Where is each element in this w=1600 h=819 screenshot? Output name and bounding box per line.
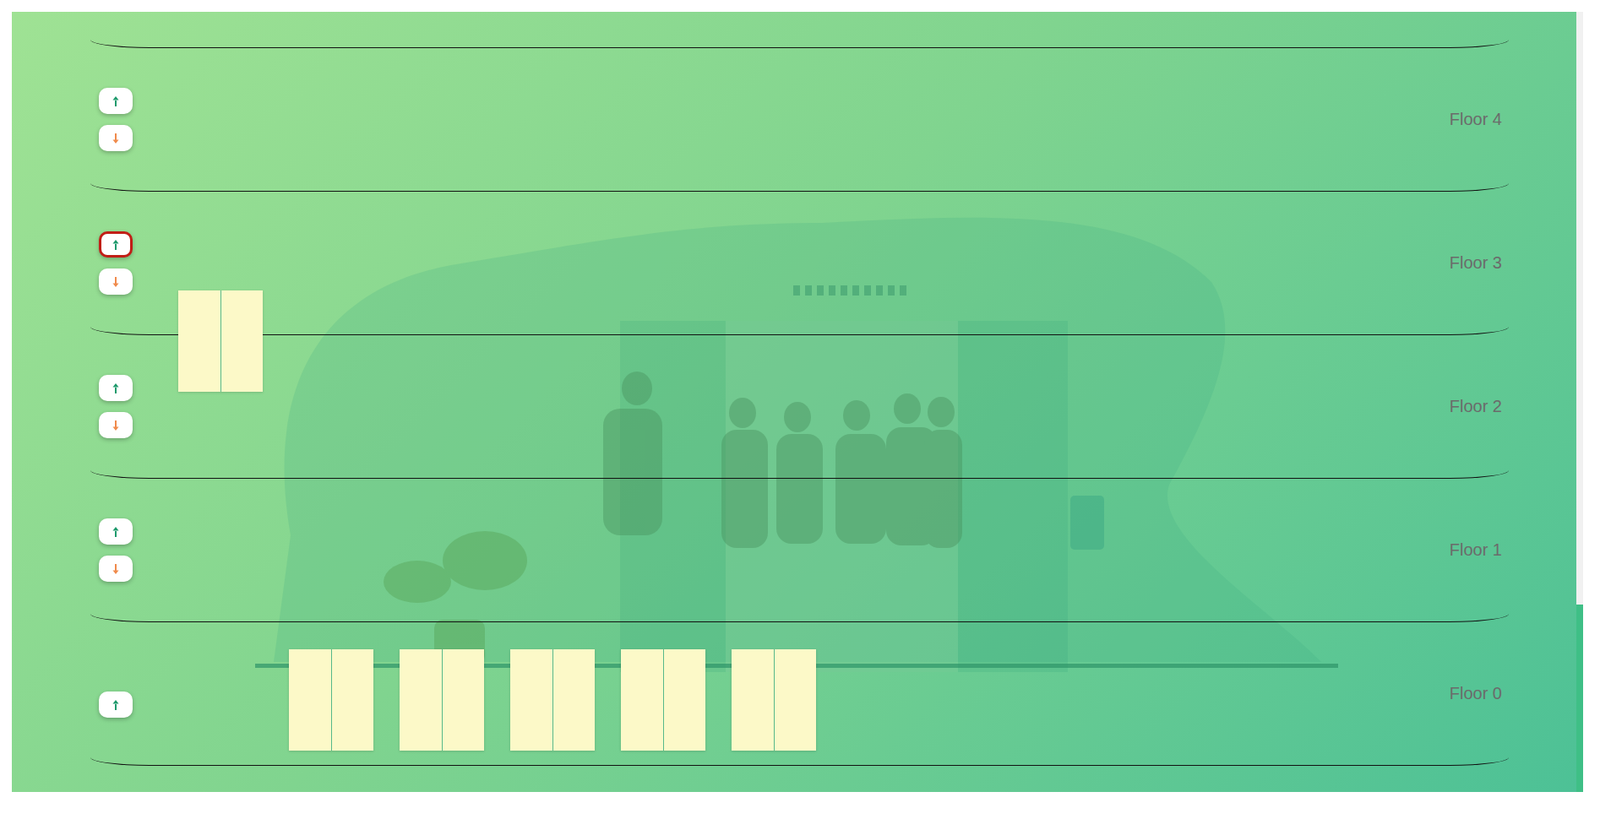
call-down-button[interactable] — [98, 555, 133, 583]
call-up-button[interactable] — [98, 87, 133, 115]
floor-row: Floor 2 — [90, 335, 1509, 479]
arrow — [111, 526, 120, 539]
call-up-button[interactable] — [98, 231, 133, 258]
floor-label: Floor 4 — [1449, 106, 1503, 133]
lift-door — [731, 649, 774, 752]
lift — [178, 290, 263, 392]
up-arrow-icon — [111, 239, 120, 251]
lift-door — [178, 290, 221, 392]
down-arrow-icon — [111, 132, 120, 145]
arrow — [111, 95, 120, 108]
call-down-button[interactable] — [98, 125, 133, 152]
lift — [620, 649, 706, 752]
call-buttons — [98, 669, 133, 719]
scrollbar-thumb[interactable] — [1576, 604, 1584, 793]
lift-door — [773, 649, 817, 752]
lift-door — [510, 649, 553, 752]
lift — [731, 649, 817, 752]
up-arrow-icon — [111, 526, 120, 539]
lift-door — [331, 649, 375, 752]
up-arrow-icon — [111, 382, 120, 395]
floor-label: Floor 0 — [1449, 680, 1503, 708]
lift-door — [620, 649, 664, 752]
call-buttons — [98, 518, 133, 583]
floor-row: Floor 4 — [90, 48, 1509, 192]
floor-row: Floor 1 — [90, 478, 1509, 623]
floor-label: Floor 3 — [1449, 250, 1503, 277]
call-up-button[interactable] — [98, 375, 133, 402]
call-down-button[interactable] — [98, 268, 133, 295]
down-arrow-icon — [111, 563, 120, 576]
lift-door — [288, 649, 332, 752]
call-buttons — [98, 87, 133, 152]
up-arrow-icon — [111, 95, 120, 108]
building: Floor 4 Floor 3 Floor 2 Floor 1 Floor 0 — [11, 11, 1577, 793]
down-arrow-icon — [111, 276, 120, 289]
lift-door — [220, 290, 264, 392]
call-up-button[interactable] — [98, 518, 133, 545]
lift-door — [663, 649, 707, 752]
floor-partial — [90, 11, 1509, 49]
arrow — [111, 699, 120, 712]
call-buttons — [98, 375, 133, 439]
scrollbar[interactable] — [1576, 11, 1584, 793]
arrow — [111, 563, 120, 576]
lift — [399, 649, 485, 752]
arrow — [111, 239, 120, 251]
arrow — [111, 382, 120, 395]
arrow — [111, 276, 120, 289]
arrow — [111, 132, 120, 145]
floor-label: Floor 1 — [1449, 537, 1503, 564]
lift-door — [552, 649, 596, 752]
floor-row: Floor 3 — [90, 191, 1509, 336]
down-arrow-icon — [111, 419, 120, 432]
arrow — [111, 419, 120, 432]
lift — [288, 649, 374, 752]
lift — [510, 649, 595, 752]
call-up-button[interactable] — [98, 691, 133, 719]
up-arrow-icon — [111, 699, 120, 712]
call-buttons — [98, 231, 133, 295]
floor-label: Floor 2 — [1449, 393, 1503, 420]
lift-door — [399, 649, 442, 752]
lift-door — [441, 649, 485, 752]
call-down-button[interactable] — [98, 412, 133, 439]
